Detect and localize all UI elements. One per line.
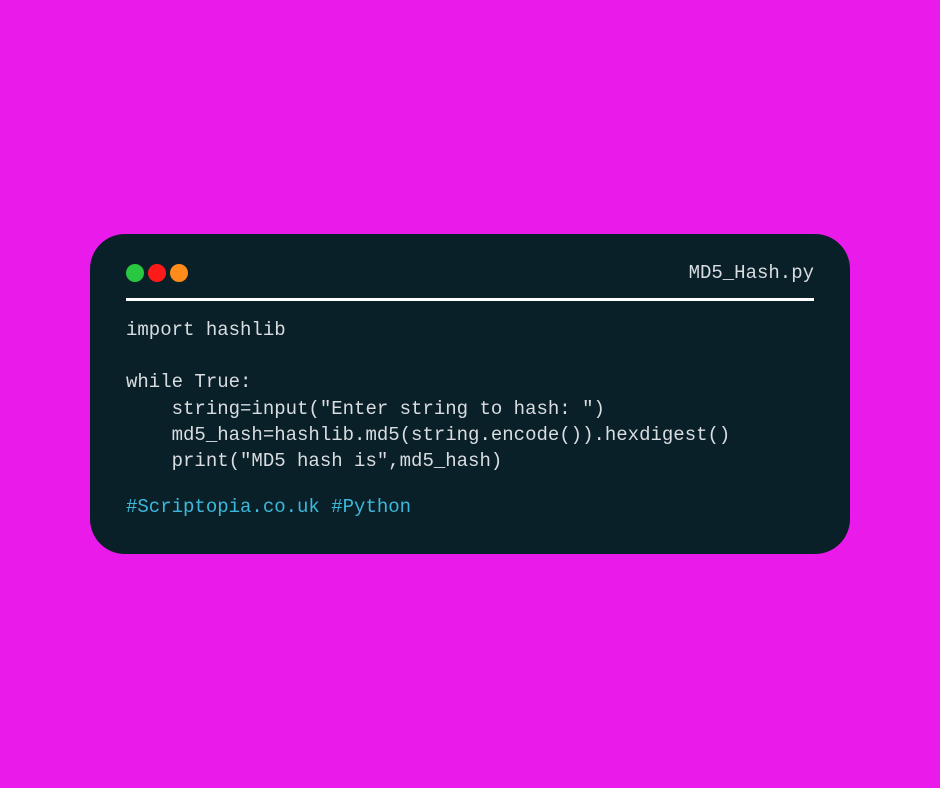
filename-label: MD5_Hash.py: [689, 262, 814, 284]
terminal-window: MD5_Hash.py import hashlib while True: s…: [90, 234, 850, 554]
close-icon[interactable]: [126, 264, 144, 282]
code-block: import hashlib while True: string=input(…: [126, 317, 814, 474]
maximize-icon[interactable]: [170, 264, 188, 282]
hashtags-text: #Scriptopia.co.uk #Python: [126, 496, 814, 518]
divider: [126, 298, 814, 301]
minimize-icon[interactable]: [148, 264, 166, 282]
traffic-lights: [126, 264, 188, 282]
terminal-header: MD5_Hash.py: [126, 262, 814, 284]
